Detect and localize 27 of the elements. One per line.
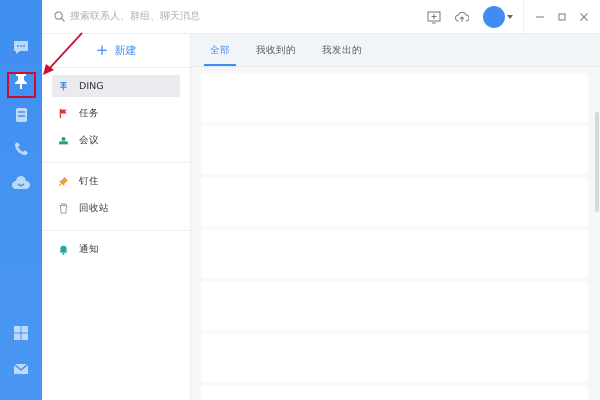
flag-icon	[58, 108, 69, 118]
close-icon[interactable]	[578, 10, 590, 22]
phone-icon[interactable]	[12, 140, 30, 158]
avatar[interactable]	[483, 6, 505, 28]
caret-icon[interactable]	[507, 14, 513, 18]
menu-item[interactable]: DING	[52, 75, 180, 97]
pushpin-icon	[58, 176, 69, 186]
search-field[interactable]: 搜索联系人、群组、聊天消息	[70, 11, 270, 22]
grid-icon[interactable]	[12, 324, 30, 342]
menu-item[interactable]: 回收站	[52, 197, 180, 219]
menu-item[interactable]: 会议	[52, 129, 180, 151]
maximize-icon[interactable]	[556, 10, 568, 22]
cloud-icon[interactable]	[12, 174, 30, 192]
tab[interactable]: 我收到的	[250, 43, 302, 66]
bell-icon	[58, 244, 69, 254]
search-icon	[54, 11, 65, 22]
menu-item[interactable]: 通知	[52, 238, 180, 260]
pin-icon[interactable]	[12, 72, 30, 90]
trash-icon	[58, 202, 69, 214]
screen-icon[interactable]	[427, 10, 441, 24]
cloud-upload-icon[interactable]	[455, 10, 469, 24]
menu-item[interactable]: 任务	[52, 102, 180, 124]
pin-icon	[58, 80, 69, 92]
chat-icon[interactable]	[12, 38, 30, 56]
menu-item[interactable]: 钉住	[52, 170, 180, 192]
people-icon	[58, 134, 69, 146]
tab[interactable]: 我发出的	[316, 43, 368, 66]
